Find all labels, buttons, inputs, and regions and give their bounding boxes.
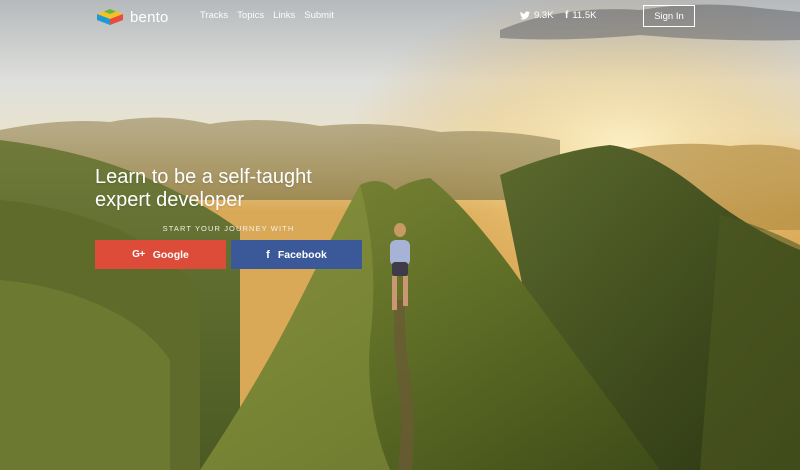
brand-logo[interactable]: bento (96, 6, 169, 28)
facebook-button-label: Facebook (277, 248, 327, 261)
headline-line-1: Learn to be a self-taught (95, 166, 312, 188)
google-plus-icon: G+ (132, 249, 145, 260)
twitter-follow[interactable]: 9.3K (520, 10, 554, 21)
nav-item-topics[interactable]: Topics (237, 10, 264, 21)
main-nav: Tracks Topics Links Submit (200, 10, 334, 21)
facebook-follow[interactable]: f 11.5K (565, 10, 596, 21)
facebook-icon: f (266, 248, 270, 261)
google-signup-button[interactable]: G+ Google (95, 240, 226, 269)
top-navigation-bar: bento Tracks Topics Links Submit 9.3K f … (0, 0, 800, 34)
facebook-icon: f (565, 10, 569, 21)
cta-label: START YOUR JOURNEY WITH (162, 224, 295, 233)
facebook-signup-button[interactable]: f Facebook (231, 240, 362, 269)
headline-line-2: expert developer (95, 189, 244, 211)
sign-in-button[interactable]: Sign In (643, 5, 695, 27)
twitter-count: 9.3K (534, 10, 554, 21)
nav-item-links[interactable]: Links (273, 10, 295, 21)
hero-background (0, 0, 800, 470)
bento-logo-icon (97, 9, 123, 25)
mountain-landscape-image (0, 0, 800, 470)
facebook-count: 11.5K (572, 10, 597, 21)
nav-item-submit[interactable]: Submit (304, 10, 334, 21)
google-button-label: Google (152, 248, 189, 261)
hero-headline: Learn to be a self-taught expert develop… (95, 166, 385, 212)
nav-item-tracks[interactable]: Tracks (200, 10, 228, 21)
brand-name: bento (130, 8, 169, 26)
twitter-icon (520, 11, 530, 20)
